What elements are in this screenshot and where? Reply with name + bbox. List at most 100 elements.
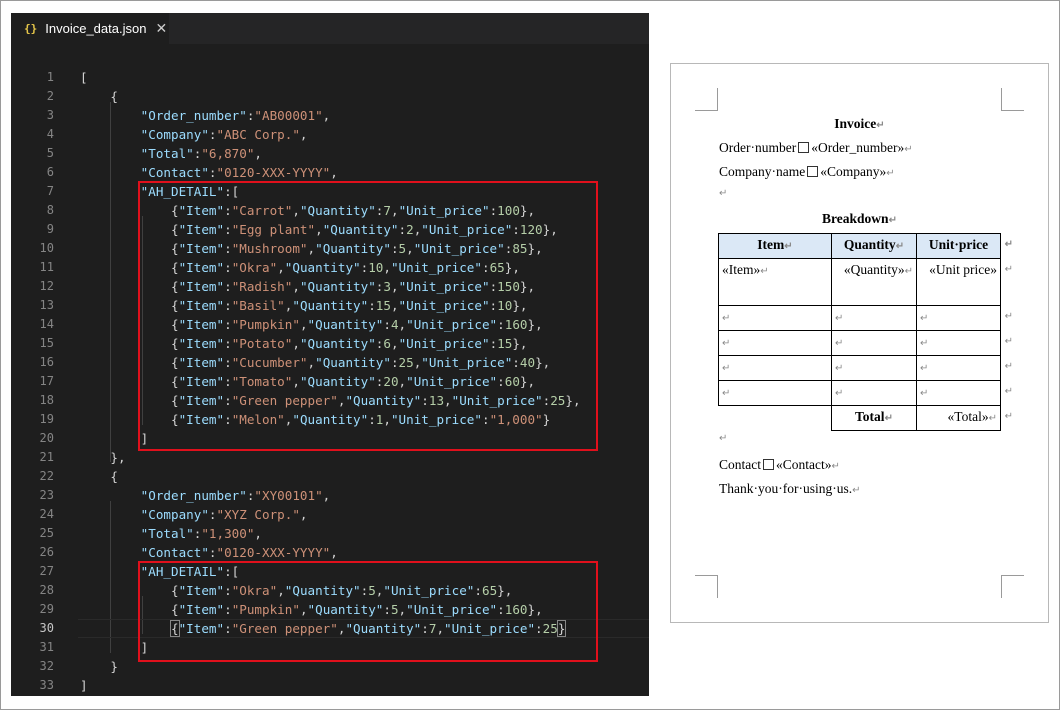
table-cell[interactable]: ↵ — [831, 305, 917, 331]
header-item: Item↵ — [718, 233, 832, 259]
table-cell[interactable]: ↵ — [831, 330, 917, 356]
table-cell[interactable]: ↵ ↵ — [916, 355, 1013, 381]
merge-field-company[interactable]: «Company» — [820, 164, 886, 179]
table-cell[interactable]: ↵ ↵ — [916, 330, 1013, 356]
line-number: 1 — [46, 70, 54, 84]
code-editor[interactable]: {} Invoice_data.json ✕ 1 2 3 4 5 6 7 8 9 10 11 12 13… — [11, 13, 649, 696]
json-file-icon: {} — [24, 22, 38, 35]
breakdown-title: Breakdown↵ — [822, 211, 897, 226]
company-name-line: Company·name «Company»↵ — [719, 164, 895, 179]
table-total-row: Total↵ «Total»↵ ↵ — [718, 405, 1013, 431]
editor-tab-bar: {} Invoice_data.json ✕ — [11, 13, 649, 44]
line-number: 17 — [39, 374, 54, 388]
line-number: 19 — [39, 412, 54, 426]
line-number: 2 — [46, 89, 54, 103]
line-number: 20 — [39, 431, 54, 445]
header-quantity: Quantity↵ — [831, 233, 917, 259]
merge-field-total[interactable]: «Total»↵ ↵ — [916, 405, 1013, 431]
thank-you-line: Thank·you·for·using·us.↵ — [719, 481, 861, 496]
table-row: ↵ ↵ ↵ ↵ — [718, 305, 1013, 331]
document-title: Invoice↵ — [834, 116, 885, 131]
code-line[interactable]: { — [80, 87, 649, 106]
breakdown-table[interactable]: Item↵ Quantity↵ Unit·price ↵ «Item»↵ «Qua… — [718, 233, 1013, 431]
margin-corner-mark — [695, 575, 718, 598]
highlight-box-ah-detail-1 — [138, 181, 598, 451]
line-number: 31 — [39, 640, 54, 654]
contact-line: Contact «Contact»↵ — [719, 457, 840, 472]
invoice-template-page[interactable]: Invoice↵ Order·number «Order_number»↵ Com… — [670, 63, 1049, 623]
code-line[interactable]: "Total":"6,870", — [80, 144, 649, 163]
margin-corner-mark — [695, 88, 718, 111]
code-line[interactable]: "Contact":"0120-XXX-YYYY", — [80, 163, 649, 182]
empty-paragraph: ↵ — [719, 433, 728, 444]
line-number: 23 — [39, 488, 54, 502]
merge-field-order-number[interactable]: «Order_number» — [811, 140, 904, 155]
table-row: ↵ ↵ ↵ ↵ — [718, 330, 1013, 356]
line-number: 32 — [39, 659, 54, 673]
line-number: 28 — [39, 583, 54, 597]
table-row: ↵ ↵ ↵ ↵ — [718, 355, 1013, 381]
line-number: 22 — [39, 469, 54, 483]
line-number: 10 — [39, 241, 54, 255]
code-line[interactable]: { — [80, 467, 649, 486]
line-number: 11 — [39, 260, 54, 274]
highlight-box-ah-detail-2 — [138, 561, 598, 662]
code-line[interactable]: "Total":"1,300", — [80, 524, 649, 543]
line-number: 25 — [39, 526, 54, 540]
order-number-line: Order·number «Order_number»↵ — [719, 140, 913, 155]
empty-paragraph: ↵ — [719, 188, 728, 199]
line-number: 33 — [39, 678, 54, 692]
line-number: 14 — [39, 317, 54, 331]
line-number: 3 — [46, 108, 54, 122]
table-row-fields: «Item»↵ «Quantity»↵ «Unit price» ↵ — [718, 258, 1013, 306]
margin-corner-mark — [1001, 575, 1024, 598]
line-number: 4 — [46, 127, 54, 141]
line-number: 15 — [39, 336, 54, 350]
table-cell[interactable]: ↵ — [831, 355, 917, 381]
table-row: ↵ ↵ ↵ ↵ — [718, 380, 1013, 406]
line-number-gutter: 1 2 3 4 5 6 7 8 9 10 11 12 13 14 15 16 17 18 19 20 21 22 23 24 2… — [11, 68, 54, 695]
line-number: 21 — [39, 450, 54, 464]
header-unit-price: Unit·price ↵ — [916, 233, 1013, 259]
code-line[interactable]: "Company":"XYZ Corp.", — [80, 505, 649, 524]
tab-label: Invoice_data.json — [45, 21, 147, 36]
tab-box-icon — [807, 166, 819, 177]
line-number: 6 — [46, 165, 54, 179]
code-line[interactable]: ] — [80, 676, 649, 695]
table-cell[interactable]: ↵ ↵ — [916, 305, 1013, 331]
line-number: 16 — [39, 355, 54, 369]
line-number: 5 — [46, 146, 54, 160]
line-number: 12 — [39, 279, 54, 293]
line-number: 29 — [39, 602, 54, 616]
code-line[interactable]: "Contact":"0120-XXX-YYYY", — [80, 543, 649, 562]
cell-quantity-field[interactable]: «Quantity»↵ — [831, 258, 917, 306]
merge-field-contact[interactable]: «Contact» — [776, 457, 832, 472]
code-line[interactable]: [ — [80, 68, 649, 87]
cell-unit-price-field[interactable]: «Unit price» ↵ — [916, 258, 1013, 306]
table-cell[interactable]: ↵ — [718, 380, 832, 406]
table-cell[interactable]: ↵ — [831, 380, 917, 406]
line-number: 7 — [46, 184, 54, 198]
table-cell[interactable]: ↵ ↵ — [916, 380, 1013, 406]
line-number: 30 — [39, 621, 54, 635]
cell-item-field[interactable]: «Item»↵ — [718, 258, 832, 306]
tab-box-icon — [798, 142, 810, 153]
margin-corner-mark — [1001, 88, 1024, 111]
close-icon[interactable]: ✕ — [155, 21, 167, 37]
line-number: 8 — [46, 203, 54, 217]
line-number: 9 — [46, 222, 54, 236]
line-number: 26 — [39, 545, 54, 559]
line-number: 27 — [39, 564, 54, 578]
code-line[interactable]: "Company":"ABC Corp.", — [80, 125, 649, 144]
table-header-row: Item↵ Quantity↵ Unit·price ↵ — [718, 233, 1013, 259]
code-line[interactable]: "Order_number":"XY00101", — [80, 486, 649, 505]
line-number: 18 — [39, 393, 54, 407]
code-line[interactable]: "Order_number":"AB00001", — [80, 106, 649, 125]
table-cell[interactable]: ↵ — [718, 330, 832, 356]
tab-invoice-data-json[interactable]: {} Invoice_data.json ✕ — [11, 13, 169, 44]
table-cell[interactable]: ↵ — [718, 355, 832, 381]
blank-cell — [718, 405, 832, 431]
tab-box-icon — [763, 459, 774, 470]
table-cell[interactable]: ↵ — [718, 305, 832, 331]
line-number: 13 — [39, 298, 54, 312]
